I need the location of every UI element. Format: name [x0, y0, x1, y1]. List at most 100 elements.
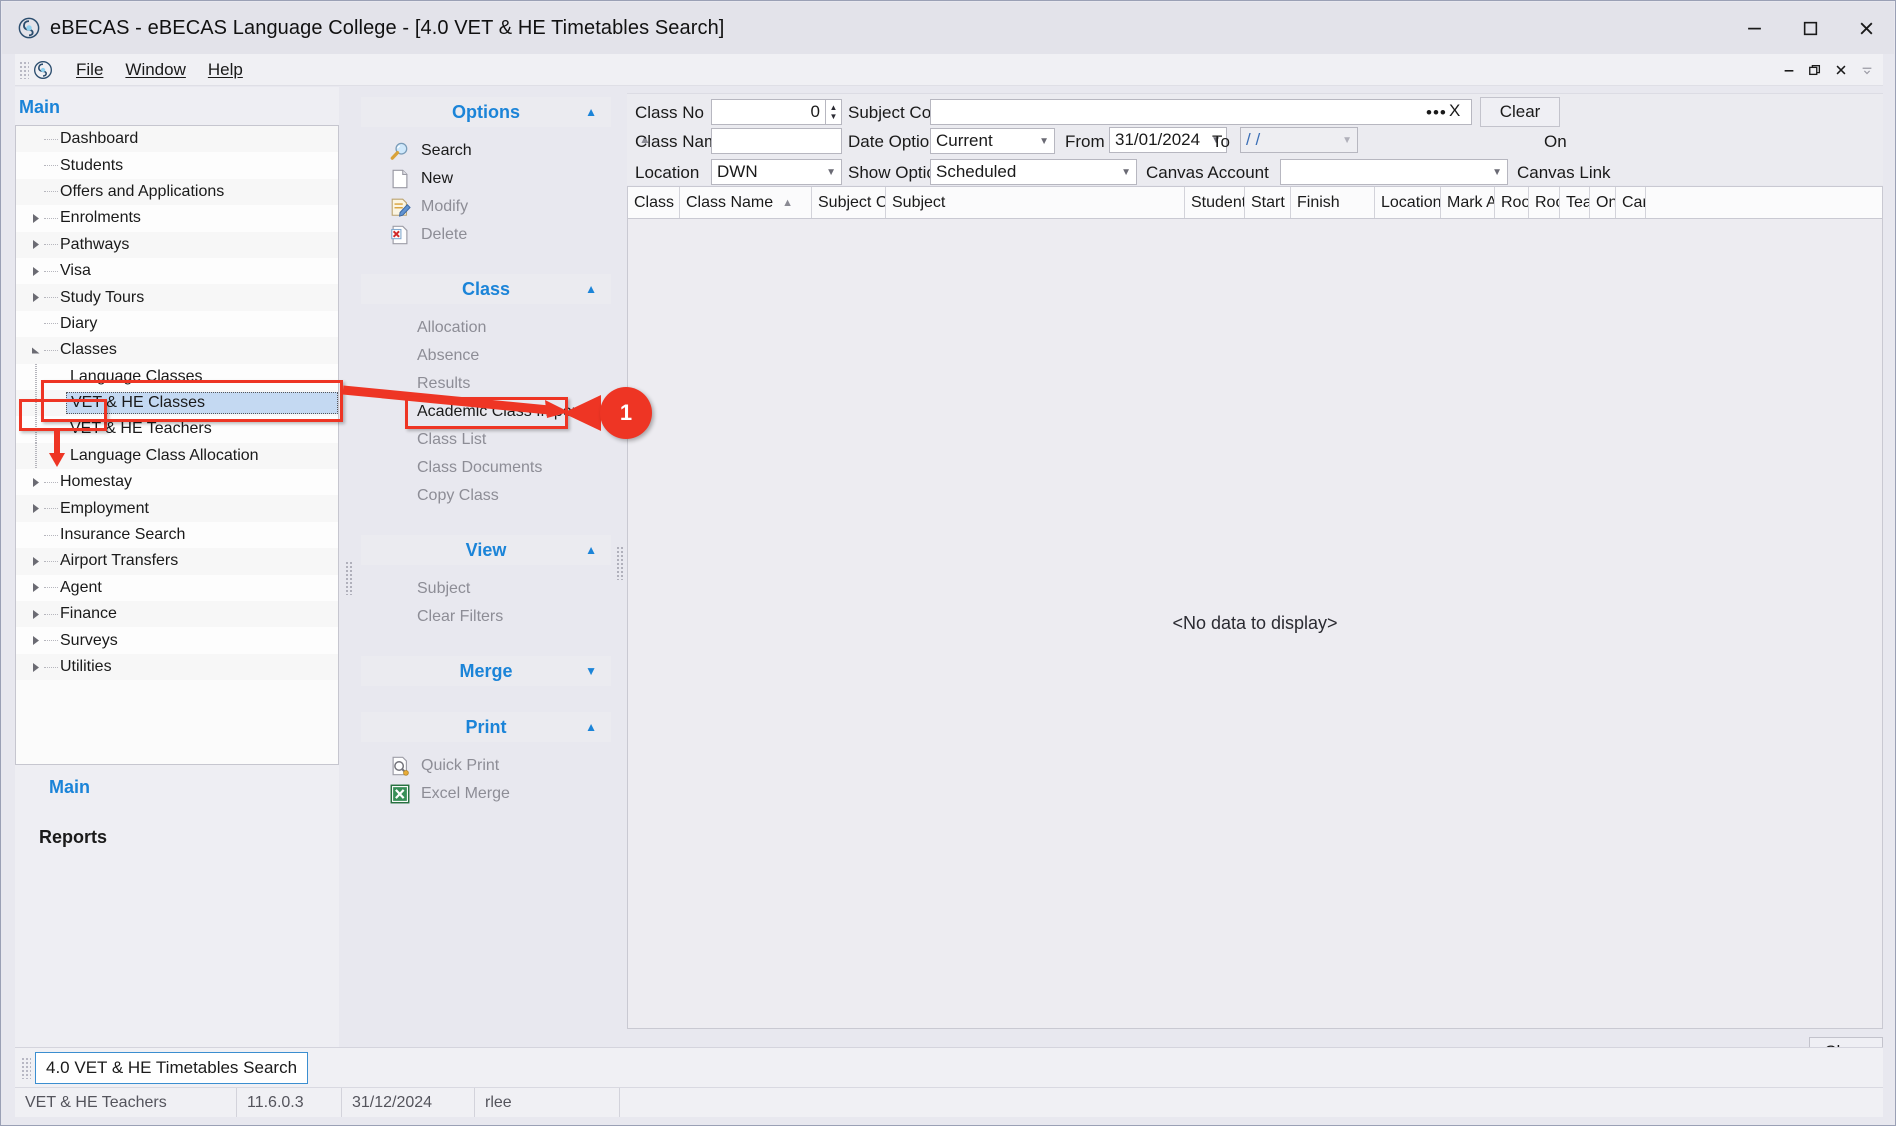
tree-expander-collapsed-icon[interactable] [28, 237, 44, 253]
results-grid[interactable]: Class NClass Name▲Subject CoSubjectStude… [627, 186, 1883, 1029]
sidebar-item-dashboard[interactable]: Dashboard [16, 126, 338, 152]
tree-expander-collapsed-icon[interactable] [28, 580, 44, 596]
grid-column-header-subject[interactable]: Subject [886, 187, 1185, 218]
location-select[interactable]: DWN ▼ [711, 159, 842, 185]
task-group-header-options[interactable]: Options▲ [361, 97, 611, 127]
task-group-header-view[interactable]: View▲ [361, 535, 611, 565]
chevron-up-icon[interactable]: ▲ [585, 720, 597, 734]
sidebar-item-language-classes[interactable]: Language Classes [16, 364, 338, 390]
class-name-input[interactable] [711, 128, 842, 154]
tree-expander-collapsed-icon[interactable] [28, 501, 44, 517]
mdi-dropdown-button[interactable] [1855, 58, 1879, 82]
chevron-up-icon[interactable]: ▲ [585, 105, 597, 119]
sidebar-item-language-class-allocation[interactable]: Language Class Allocation [16, 443, 338, 469]
tree-expander-collapsed-icon[interactable] [28, 659, 44, 675]
sidebar-item-finance[interactable]: Finance [16, 601, 338, 627]
grid-column-header-location[interactable]: Location [1375, 187, 1441, 218]
results-grid-header: Class NClass Name▲Subject CoSubjectStude… [628, 187, 1882, 219]
task-item-search[interactable]: Search [361, 137, 611, 164]
task-item-new[interactable]: New [361, 165, 611, 192]
tree-expander-collapsed-icon[interactable] [28, 633, 44, 649]
grid-column-header-subject-co[interactable]: Subject Co [812, 187, 886, 218]
spinner-down-icon[interactable]: ▼ [830, 112, 838, 121]
sort-ascending-icon: ▲ [782, 197, 793, 209]
sidebar-item-classes[interactable]: Classes [16, 337, 338, 363]
task-item-academic-class-import[interactable]: Academic Class Import [361, 398, 611, 425]
task-group-header-print[interactable]: Print▲ [361, 712, 611, 742]
grid-column-header-mark-at[interactable]: Mark At [1441, 187, 1495, 218]
sidebar-item-label: Classes [60, 341, 117, 359]
sidebar-item-airport-transfers[interactable]: Airport Transfers [16, 548, 338, 574]
grid-column-header-roo[interactable]: Roo [1495, 187, 1529, 218]
mdi-minimize-button[interactable] [1777, 58, 1801, 82]
menu-drag-grip[interactable] [19, 61, 29, 79]
subject-code-clear-icon[interactable]: X [1449, 101, 1461, 121]
task-item-quick-print: Quick Print [361, 752, 611, 779]
grid-column-header-start[interactable]: Start [1245, 187, 1291, 218]
left-splitter-handle[interactable] [345, 561, 353, 595]
mdi-restore-button[interactable] [1803, 58, 1827, 82]
nav-footer-main-button[interactable]: Main [15, 777, 339, 798]
grid-column-header-finish[interactable]: Finish [1291, 187, 1375, 218]
nav-footer-reports-button[interactable]: Reports [15, 827, 339, 848]
grid-column-header-onl[interactable]: Onl [1590, 187, 1616, 218]
window-close-button[interactable] [1838, 2, 1894, 54]
menu-item-window[interactable]: Window [114, 57, 196, 83]
sidebar-item-insurance-search[interactable]: Insurance Search [16, 522, 338, 548]
sidebar-item-label: Enrolments [60, 209, 141, 227]
subject-code-browse-icon[interactable]: ••• [1426, 103, 1447, 123]
task-group-header-merge[interactable]: Merge▼ [361, 656, 611, 686]
sidebar-item-offers-and-applications[interactable]: Offers and Applications [16, 179, 338, 205]
clear-button[interactable]: Clear [1480, 97, 1560, 127]
sidebar-item-students[interactable]: Students [16, 152, 338, 178]
to-date-picker[interactable]: / / ▼ [1240, 127, 1358, 153]
spinner-up-icon[interactable]: ▲ [830, 103, 838, 112]
grid-column-header-car[interactable]: Car [1616, 187, 1646, 218]
grid-column-header-class-n[interactable]: Class N [628, 187, 680, 218]
sidebar-item-study-tours[interactable]: Study Tours [16, 284, 338, 310]
tree-expander-collapsed-icon[interactable] [28, 474, 44, 490]
grid-column-header-student[interactable]: Student [1185, 187, 1245, 218]
date-option-select[interactable]: Current ▼ [930, 128, 1055, 154]
task-group-header-class[interactable]: Class▲ [361, 274, 611, 304]
window-maximize-button[interactable] [1782, 2, 1838, 54]
class-no-input[interactable] [711, 99, 826, 125]
label-from: From [1065, 132, 1105, 152]
menu-item-file[interactable]: File [65, 57, 114, 83]
tabstrip-drag-grip[interactable] [21, 1057, 31, 1079]
sidebar-item-utilities[interactable]: Utilities [16, 654, 338, 680]
sidebar-item-agent[interactable]: Agent [16, 575, 338, 601]
chevron-down-icon[interactable]: ▼ [585, 664, 597, 678]
grid-column-header-class-name[interactable]: Class Name▲ [680, 187, 812, 218]
sidebar-item-surveys[interactable]: Surveys [16, 627, 338, 653]
sidebar-item-enrolments[interactable]: Enrolments [16, 205, 338, 231]
sidebar-item-vet-he-classes[interactable]: VET & HE Classes [16, 390, 338, 416]
task-splitter-handle[interactable] [616, 546, 624, 580]
sidebar-item-diary[interactable]: Diary [16, 311, 338, 337]
grid-column-header-tea[interactable]: Tea [1560, 187, 1590, 218]
tree-expander-collapsed-icon[interactable] [28, 263, 44, 279]
canvas-account-select[interactable]: ▼ [1280, 159, 1508, 185]
chevron-up-icon[interactable]: ▲ [585, 282, 597, 296]
menu-item-help[interactable]: Help [197, 57, 254, 83]
window-minimize-button[interactable] [1726, 2, 1782, 54]
tree-expander-collapsed-icon[interactable] [28, 210, 44, 226]
sidebar-item-homestay[interactable]: Homestay [16, 469, 338, 495]
grid-column-header-roo[interactable]: Roo [1529, 187, 1560, 218]
sidebar-item-employment[interactable]: Employment [16, 495, 338, 521]
sidebar-item-vet-he-teachers[interactable]: VET & HE Teachers [16, 416, 338, 442]
sidebar-item-visa[interactable]: Visa [16, 258, 338, 284]
tree-expander-collapsed-icon[interactable] [28, 606, 44, 622]
show-option-select[interactable]: Scheduled ▼ [930, 159, 1137, 185]
sidebar-item-pathways[interactable]: Pathways [16, 232, 338, 258]
navigation-tree[interactable]: DashboardStudentsOffers and Applications… [15, 125, 339, 765]
tree-expander-collapsed-icon[interactable] [28, 553, 44, 569]
mdi-close-button[interactable] [1829, 58, 1853, 82]
tree-expander-expanded-icon[interactable] [28, 342, 44, 358]
tree-expander-collapsed-icon[interactable] [28, 290, 44, 306]
document-tab-vet-he-timetables-search[interactable]: 4.0 VET & HE Timetables Search [35, 1052, 308, 1084]
chevron-up-icon[interactable]: ▲ [585, 543, 597, 557]
subject-code-input[interactable] [930, 99, 1472, 125]
class-no-spinner[interactable]: ▲ ▼ [826, 99, 842, 125]
from-date-picker[interactable]: 31/01/2024 ▼ [1109, 127, 1227, 153]
